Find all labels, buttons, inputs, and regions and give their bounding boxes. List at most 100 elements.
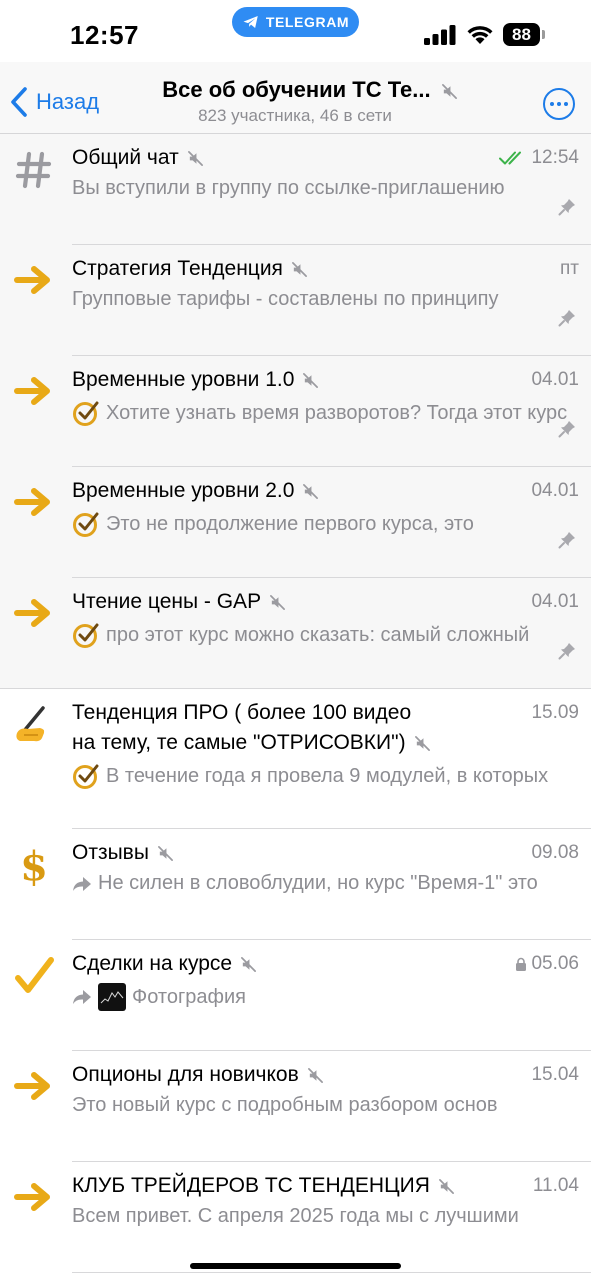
topic-date: 12:54 [499,147,579,169]
topic-date: 04.01 [531,369,579,390]
group-title[interactable]: Все об обучении ТС Те... [150,77,470,103]
topic-title: Сделки на курсе [72,952,257,976]
topic-row-strategy[interactable]: Стратегия Тенденция пт Групповые тарифы … [0,245,591,356]
topic-title: Временные уровни 2.0 [72,479,319,503]
topic-row-tendency-pro[interactable]: Тенденция ПРО ( более 100 видео на тему,… [0,689,591,829]
telegram-plane-icon [243,16,258,28]
topic-preview-text: про этот курс можно сказать: самый сложн… [106,623,530,646]
cellular-signal-icon [424,25,456,45]
dollar-icon: $ [12,843,56,887]
topic-date-text: 05.06 [531,953,579,974]
muted-icon [414,735,431,752]
topic-preview: Вы вступили в группу по ссылке-приглашен… [72,177,579,200]
arrow-right-icon [12,1065,56,1109]
writing-hand-icon [12,703,56,747]
check-emoji-icon [73,623,99,648]
topic-preview: Хотите узнать время разворотов? Тогда эт… [72,399,579,427]
topic-preview-text: В течение года я провела 9 модулей, в ко… [106,764,549,787]
topic-preview-text: Это новый курс с подробным разбором осно… [72,1094,498,1116]
topic-title: КЛУБ ТРЕЙДЕРОВ ТС ТЕНДЕНЦИЯ [72,1174,455,1198]
svg-text:$: $ [20,843,48,887]
muted-icon [187,150,204,167]
topic-title: Временные уровни 1.0 [72,368,319,392]
topic-title-text: Отзывы [72,841,149,864]
topic-row-time-levels-2[interactable]: Временные уровни 2.0 04.01 Это не продол… [0,467,591,578]
back-button-label: Назад [36,89,100,114]
more-dot [557,102,561,106]
arrow-right-icon [12,1176,56,1220]
more-dot [550,102,554,106]
topic-row-reviews[interactable]: $ Отзывы 09.08 Не силен в словоблудии, н… [0,829,591,940]
back-button[interactable]: Назад [8,84,99,120]
muted-icon [438,1178,455,1195]
topic-date: 09.08 [531,842,579,863]
check-emoji-icon [73,512,99,537]
topic-title: Общий чат [72,146,204,170]
row-divider [72,1272,591,1273]
topic-title-line-2: на тему, те самые "ОТРИСОВКИ") [72,731,431,755]
home-indicator[interactable] [190,1263,401,1269]
pin-icon [558,199,575,216]
topic-date: 11.04 [532,1175,579,1196]
muted-icon [302,372,319,389]
muted-icon [307,1067,324,1084]
topic-title: Чтение цены - GAP [72,590,286,614]
topic-title-text: Общий чат [72,146,179,169]
topic-date: 05.06 [515,953,579,975]
topic-row-price-reading[interactable]: Чтение цены - GAP 04.01 про этот курс мо… [0,578,591,689]
topic-row-time-levels-1[interactable]: Временные уровни 1.0 04.01 Хотите узнать… [0,356,591,467]
pin-icon [558,421,575,438]
telegram-return-pill[interactable]: TELEGRAM [232,7,359,37]
topic-preview: Всем привет. С апреля 2025 года мы с луч… [72,1205,579,1228]
topic-title-text: Сделки на курсе [72,952,233,975]
muted-icon [291,261,308,278]
topic-list: Общий чат 12:54 Вы вступили в группу по … [0,134,591,1273]
pin-icon [558,532,575,549]
topic-date: 15.04 [531,1064,579,1085]
battery-level: 88 [503,23,540,46]
pin-icon [558,310,575,327]
topic-preview: Это новый курс с подробным разбором осно… [72,1094,579,1117]
topic-title: Стратегия Тенденция [72,257,308,281]
arrow-right-icon [12,481,56,525]
topic-preview: Фотография [72,983,579,1011]
status-bar: 12:57 TELEGRAM 88 [0,0,591,62]
topic-title-text: Стратегия Тенденция [72,257,283,280]
hashtag-icon [12,148,56,192]
topic-preview-text: Фотография [132,985,246,1008]
topic-row-deals[interactable]: Сделки на курсе 05.06 Фотография [0,940,591,1051]
check-mark-icon [12,954,56,998]
topic-row-traders-club[interactable]: КЛУБ ТРЕЙДЕРОВ ТС ТЕНДЕНЦИЯ 11.04 Всем п… [0,1162,591,1273]
muted-icon [441,83,458,100]
lock-icon [516,957,527,971]
topic-row-options[interactable]: Опционы для новичков 15.04 Это новый кур… [0,1051,591,1162]
wifi-icon [467,26,493,44]
battery-indicator: 88 [503,23,545,46]
topic-preview-text: Всем привет. С апреля 2025 года мы с луч… [72,1205,519,1227]
topic-title-text: КЛУБ ТРЕЙДЕРОВ ТС ТЕНДЕНЦИЯ [72,1174,430,1197]
arrow-right-icon [12,259,56,303]
chevron-left-icon [11,87,27,117]
more-options-button[interactable] [543,88,575,120]
topic-title-text: Чтение цены - GAP [72,590,262,613]
topic-title-text: Временные уровни 1.0 [72,368,295,391]
status-time: 12:57 [70,20,139,50]
arrow-right-icon [12,370,56,414]
topic-title: Опционы для новичков [72,1063,324,1087]
more-dot [564,102,568,106]
topic-row-general[interactable]: Общий чат 12:54 Вы вступили в группу по … [0,134,591,245]
navigation-bar: Назад Все об обучении ТС Те... 823 участ… [0,62,591,134]
forward-icon [73,990,91,1004]
topic-preview: Не силен в словоблудии, но курс "Время-1… [72,872,579,895]
topic-title-text: Временные уровни 2.0 [72,479,295,502]
topic-preview: Это не продолжение первого курса, это [72,510,579,538]
muted-icon [302,483,319,500]
muted-icon [240,956,257,973]
pin-icon [558,643,575,660]
topic-preview: Групповые тарифы - составлены по принцип… [72,288,579,311]
topic-preview-text: Не силен в словоблудии, но курс "Время-1… [98,872,538,894]
topic-date: 15.09 [531,702,579,723]
topic-title-text: на тему, те самые "ОТРИСОВКИ") [72,731,406,754]
topic-title: Отзывы [72,841,174,865]
muted-icon [157,845,174,862]
